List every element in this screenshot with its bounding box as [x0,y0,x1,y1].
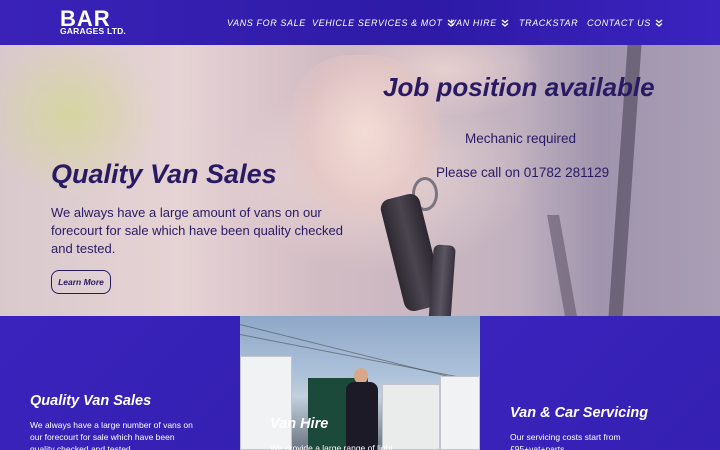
photo-van [440,376,480,450]
nav-van-hire[interactable]: VAN HIRE [450,16,509,30]
job-title: Job position available [383,72,655,102]
panel-van-sales[interactable]: Quality Van Sales We always have a large… [0,316,240,450]
nav-label: TRACKSTAR [519,18,579,28]
hero-text: We always have a large amount of vans on… [51,205,343,256]
nav-contact-us[interactable]: CONTACT US [587,16,663,30]
panel-title: Van & Car Servicing [510,405,649,421]
nav-trackstar[interactable]: TRACKSTAR [519,16,578,30]
photo-person-body [346,382,378,450]
hero-title: Quality Van Sales [51,159,277,189]
panel-text: We always have a large number of vans on… [30,420,193,450]
nav-label: VEHICLE SERVICES & MOT [312,18,443,28]
panel-title: Quality Van Sales [30,393,152,409]
photo-van [240,356,292,450]
nav-label: VANS FOR SALE [227,18,306,28]
chevron-double-down-icon [655,19,663,27]
nav-label: CONTACT US [587,18,651,28]
job-line: Please call on 01782 281129 [436,165,610,180]
panel-title: Van Hire [270,416,329,432]
photo-van [382,384,440,450]
panel-servicing[interactable]: Van & Car Servicing Our servicing costs … [480,316,720,450]
nav-vans-for-sale[interactable]: VANS FOR SALE [227,16,306,30]
hero-banner: Job position available Mechanic required… [0,45,720,316]
learn-more-button[interactable]: Learn More [51,270,111,294]
panel-van-hire[interactable]: Van Hire We provide a large range of lig… [240,316,480,450]
nav-vehicle-services[interactable]: VEHICLE SERVICES & MOT [312,16,455,30]
site-logo[interactable]: BAR GARAGES LTD. [60,8,132,38]
nav-label: VAN HIRE [450,18,497,28]
job-line: Mechanic required [465,131,577,146]
chevron-double-down-icon [501,19,509,27]
photo-person [344,368,380,450]
panel-text: We provide a large range of light [270,443,393,450]
panel-text: Our servicing costs start from £95+vat+p… [510,432,621,450]
logo-subtitle: GARAGES LTD. [60,26,126,36]
site-header: BAR GARAGES LTD. VANS FOR SALE VEHICLE S… [0,0,720,45]
